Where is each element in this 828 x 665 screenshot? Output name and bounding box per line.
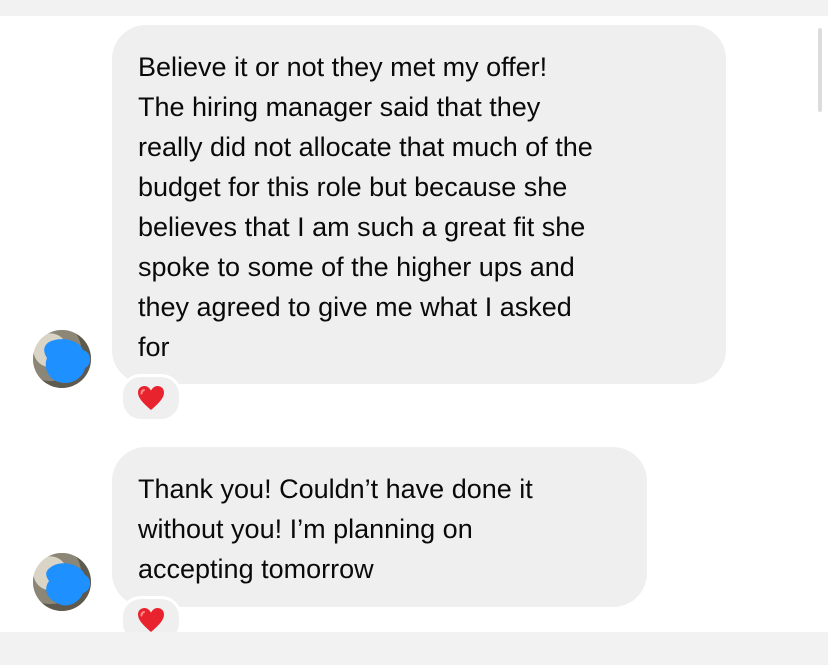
scrollbar[interactable]	[818, 28, 822, 112]
avatar[interactable]	[33, 330, 91, 388]
avatar[interactable]	[33, 553, 91, 611]
heart-icon	[138, 386, 164, 410]
message-text-2: Thank you! Couldn’t have done it without…	[138, 474, 533, 584]
message-text-1: Believe it or not they met my offer! The…	[138, 52, 593, 362]
redaction-scribble	[44, 339, 91, 384]
heart-icon	[138, 608, 164, 632]
message-bubble-1[interactable]: Believe it or not they met my offer! The…	[112, 25, 726, 384]
redaction-scribble	[46, 563, 91, 606]
bottom-bar	[0, 632, 828, 665]
chat-screen: Believe it or not they met my offer! The…	[0, 0, 828, 665]
message-bubble-2[interactable]: Thank you! Couldn’t have done it without…	[112, 447, 647, 607]
reaction-badge-1[interactable]	[120, 374, 182, 422]
top-bar	[0, 0, 828, 16]
